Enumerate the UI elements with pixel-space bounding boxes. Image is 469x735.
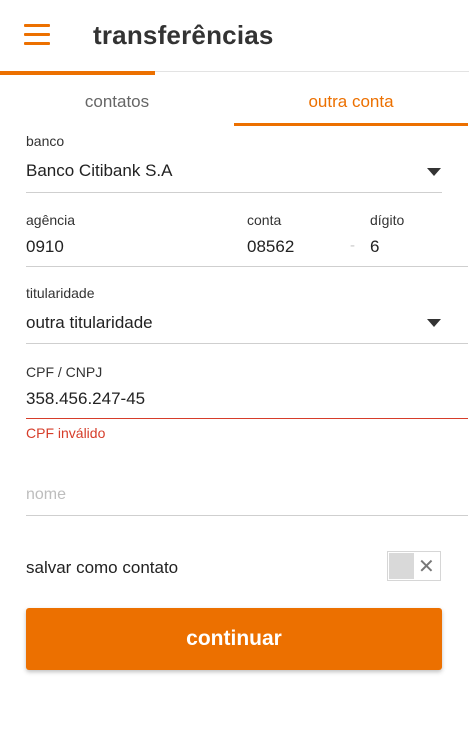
menu-bar [24,42,50,45]
digito-label: dígito [370,212,405,228]
page-title: transferências [93,20,274,50]
active-tab-indicator [234,123,468,126]
agencia-label: agência [26,212,76,228]
hamburger-menu-icon[interactable] [24,24,50,46]
menu-bar [24,24,50,27]
agencia-input[interactable]: 0910 [26,237,64,257]
continue-button[interactable]: continuar [26,608,442,670]
account-underline [26,266,468,267]
conta-label: conta [247,212,282,228]
chevron-down-icon[interactable] [427,319,441,327]
nome-underline [26,515,468,516]
banco-underline [26,192,442,193]
titularidade-select[interactable]: outra titularidade [26,313,153,333]
header-accent-bar [0,71,155,75]
toggle-thumb [389,553,414,579]
cpf-error-message: CPF inválido [26,425,106,441]
save-contact-toggle[interactable]: ✕ [387,551,441,581]
titularidade-underline [26,343,468,344]
conta-separator: - [350,237,355,254]
conta-input[interactable]: 08562 [247,237,294,257]
cpf-label: CPF / CNPJ [26,364,103,380]
tab-outra-conta[interactable]: outra conta [234,76,468,126]
tab-contatos[interactable]: contatos [0,76,234,126]
titularidade-label: titularidade [26,285,95,301]
banco-label: banco [26,133,65,149]
digito-input[interactable]: 6 [370,237,379,257]
tab-bar: contatos outra conta [0,76,469,126]
chevron-down-icon[interactable] [427,168,441,176]
menu-bar [24,33,50,36]
app-header: transferências [0,0,469,75]
tab-outra-conta-label: outra conta [308,92,394,111]
cpf-input[interactable]: 358.456.247-45 [26,389,145,409]
nome-input[interactable]: nome [26,486,66,504]
close-icon: ✕ [418,554,435,578]
cpf-underline-error [26,418,468,419]
banco-select[interactable]: Banco Citibank S.A [26,161,172,181]
save-contact-label: salvar como contato [26,558,179,577]
